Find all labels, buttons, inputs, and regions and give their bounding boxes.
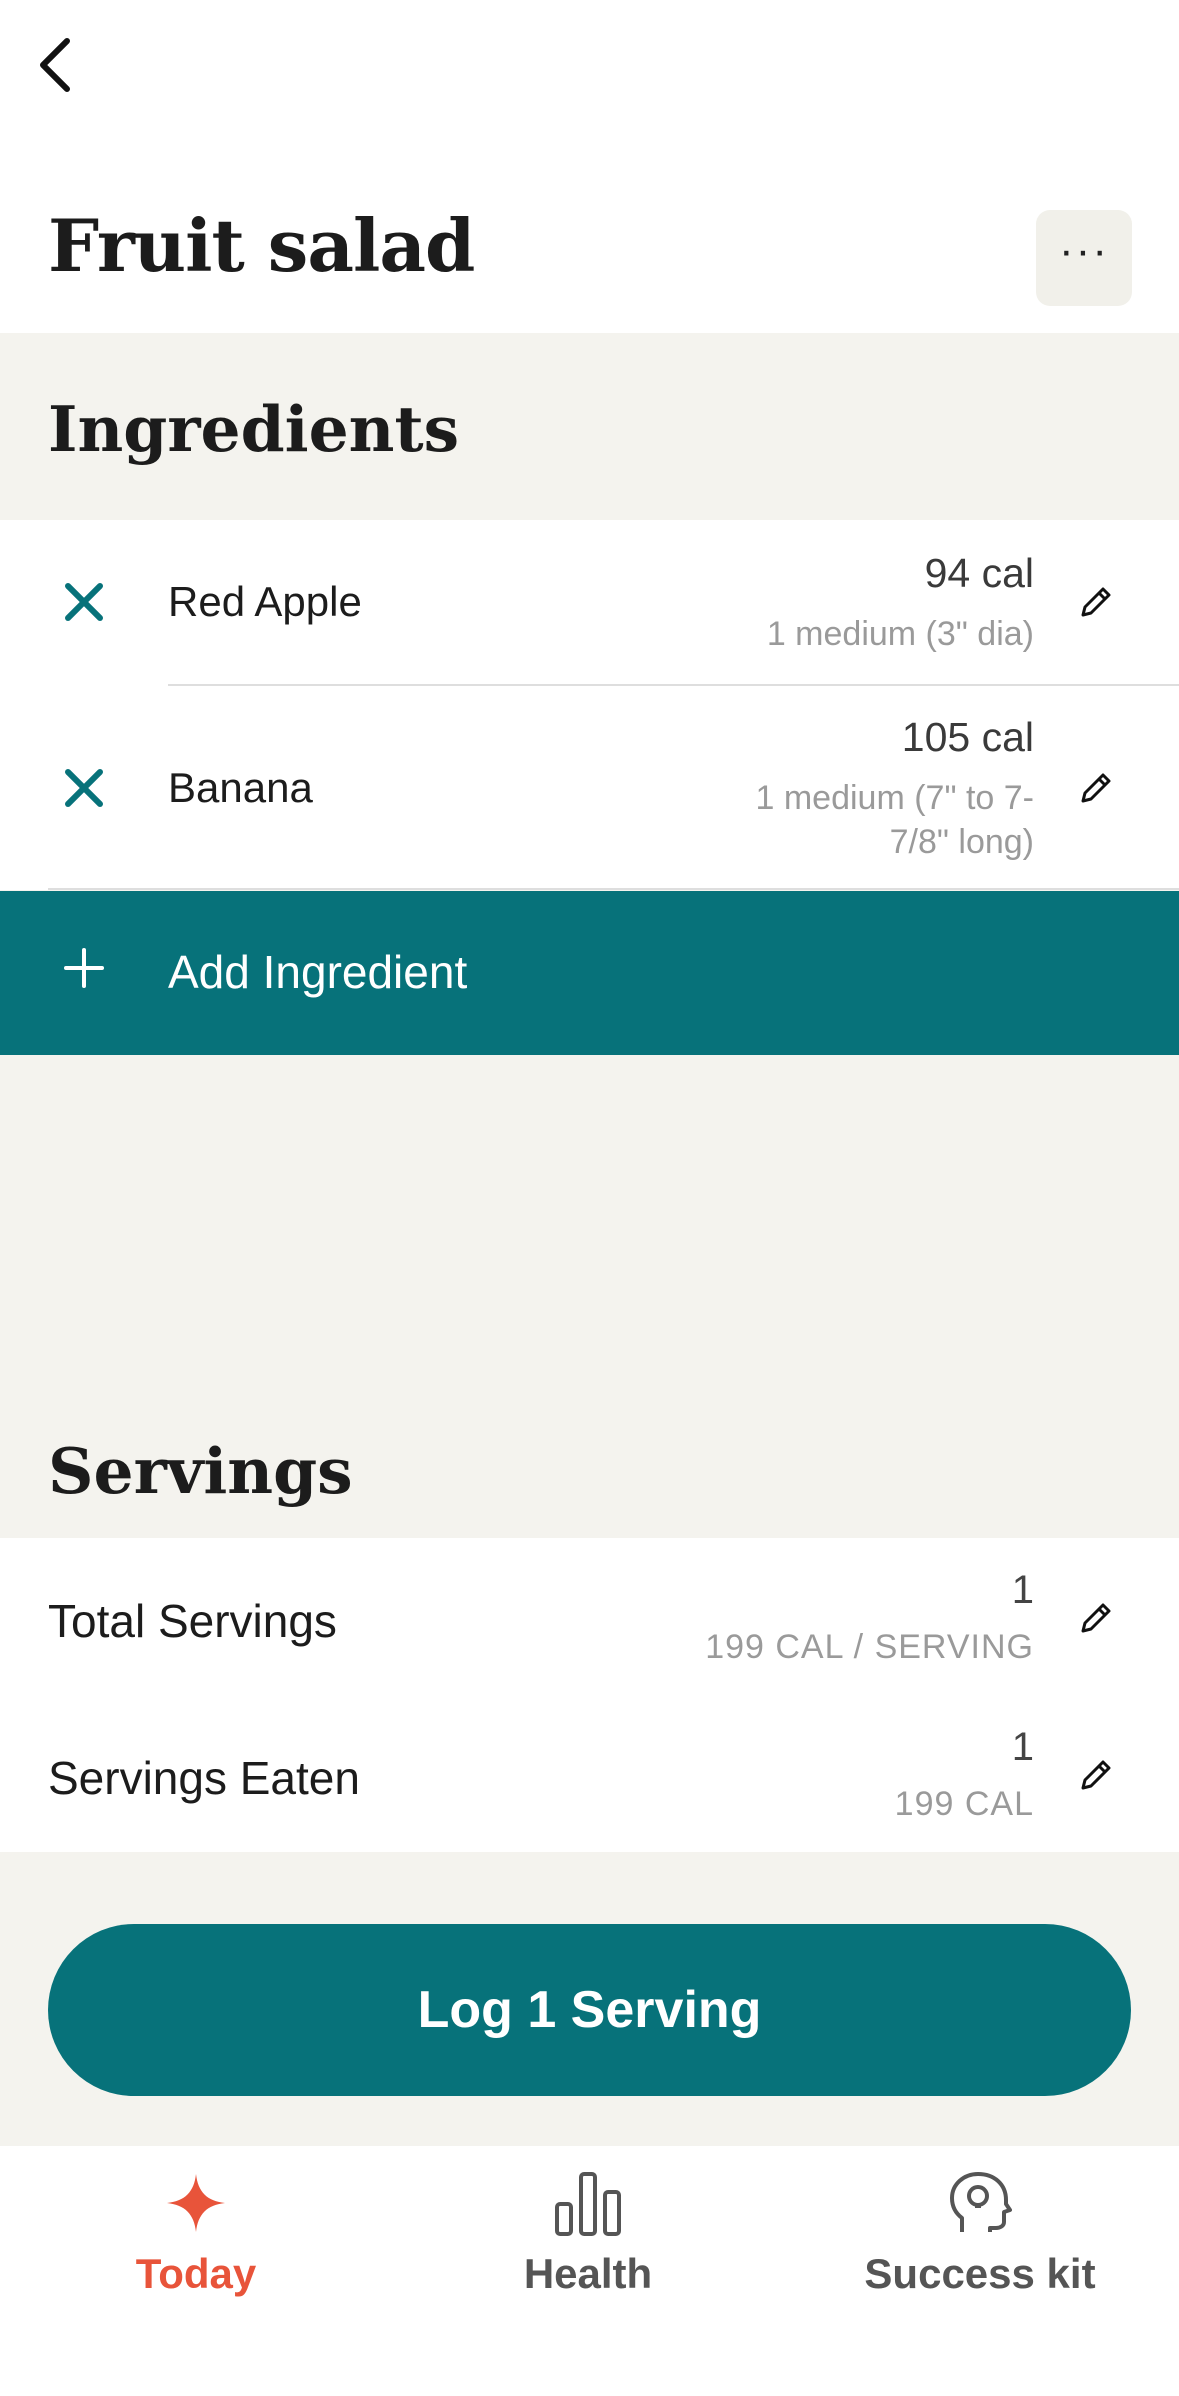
row-divider — [48, 888, 1179, 890]
log-serving-button[interactable]: Log 1 Serving — [48, 1924, 1131, 2096]
close-icon — [65, 769, 103, 807]
edit-servings-eaten-button[interactable] — [1070, 1751, 1120, 1801]
more-icon: ··· — [1059, 226, 1109, 275]
tab-today[interactable]: Today — [96, 2146, 296, 2326]
ingredient-row[interactable]: Banana 105 cal 1 medium (7" to 7-7/8" lo… — [0, 686, 1179, 888]
page-title: Fruit salad — [48, 203, 475, 288]
pencil-icon — [1081, 1760, 1111, 1790]
ingredients-heading: Ingredients — [48, 392, 460, 466]
tab-label: Today — [135, 2250, 257, 2297]
edit-ingredient-button[interactable] — [1070, 578, 1120, 628]
add-ingredient-label: Add Ingredient — [168, 946, 468, 998]
chevron-left-icon — [40, 38, 70, 92]
calories-per-serving: 199 CAL / SERVING — [705, 1628, 1034, 1666]
plus-icon — [64, 948, 104, 988]
servings-eaten-label: Servings Eaten — [48, 1752, 360, 1804]
bar-chart-icon — [553, 2168, 623, 2238]
ingredient-calories: 94 cal — [924, 550, 1034, 596]
remove-ingredient-button[interactable] — [56, 760, 112, 816]
edit-ingredient-button[interactable] — [1070, 764, 1120, 814]
more-options-button[interactable]: ··· — [1036, 210, 1132, 306]
header: Fruit salad ··· — [0, 0, 1179, 333]
back-button[interactable] — [22, 30, 92, 100]
total-servings-row[interactable]: Total Servings 1 199 CAL / SERVING — [0, 1538, 1179, 1695]
ingredient-name: Banana — [168, 764, 313, 811]
ingredient-row[interactable]: Red Apple 94 cal 1 medium (3" dia) — [0, 520, 1179, 684]
pencil-icon — [1081, 1603, 1111, 1633]
servings-eaten-value: 1 — [1011, 1725, 1034, 1769]
pencil-icon — [1081, 587, 1111, 617]
servings-eaten-row[interactable]: Servings Eaten 1 199 CAL — [0, 1695, 1179, 1852]
sparkle-icon — [161, 2168, 231, 2238]
head-lightbulb-icon — [945, 2168, 1015, 2238]
calories-eaten: 199 CAL — [894, 1785, 1034, 1823]
edit-total-servings-button[interactable] — [1070, 1594, 1120, 1644]
ingredient-name: Red Apple — [168, 578, 362, 625]
ingredient-calories: 105 cal — [901, 714, 1034, 760]
bottom-tab-bar: Today Health Success kit — [0, 2146, 1179, 2396]
tab-health[interactable]: Health — [488, 2146, 688, 2326]
total-servings-label: Total Servings — [48, 1595, 337, 1647]
pencil-icon — [1081, 773, 1111, 803]
close-icon — [65, 583, 103, 621]
remove-ingredient-button[interactable] — [56, 574, 112, 630]
tab-success-kit[interactable]: Success kit — [840, 2146, 1120, 2326]
tab-label: Health — [523, 2250, 653, 2297]
ingredient-portion: 1 medium (7" to 7-7/8" long) — [755, 779, 1034, 861]
total-servings-value: 1 — [1011, 1568, 1034, 1612]
servings-heading: Servings — [48, 1434, 353, 1508]
ingredient-portion: 1 medium (3" dia) — [766, 615, 1034, 653]
add-ingredient-button[interactable]: Add Ingredient — [0, 891, 1179, 1055]
tab-label: Success kit — [864, 2250, 1096, 2297]
